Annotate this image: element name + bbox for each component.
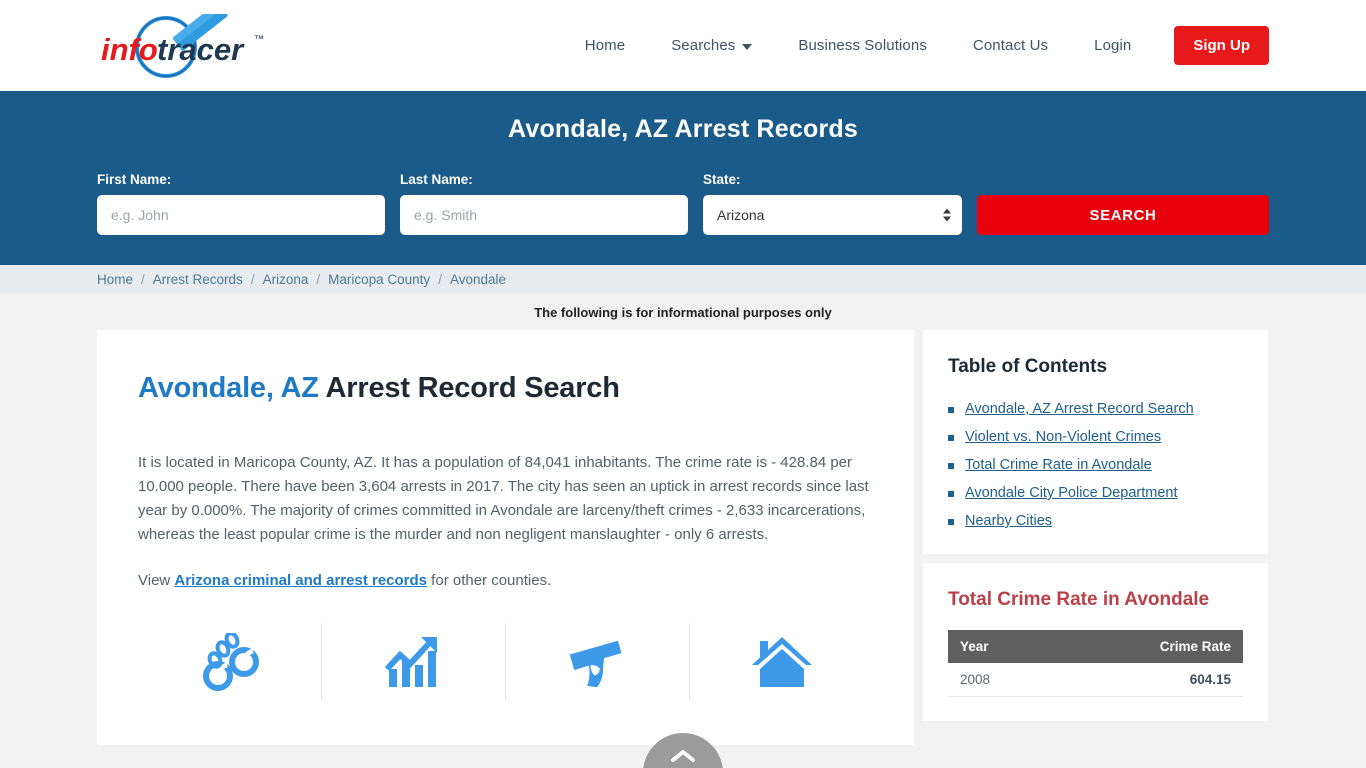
bullet-square-icon	[948, 491, 954, 497]
state-select[interactable]: Arizona	[703, 195, 962, 235]
first-name-input[interactable]	[97, 195, 385, 235]
cell-year: 2008	[948, 663, 1055, 697]
main-navigation: Home Searches Business Solutions Contact…	[562, 26, 1269, 65]
informational-disclaimer: The following is for informational purpo…	[0, 294, 1366, 330]
trend-chart-icon	[384, 636, 437, 687]
toc-item: Total Crime Rate in Avondale	[948, 457, 1243, 474]
nav-item-login[interactable]: Login	[1071, 37, 1154, 54]
crime-rate-table-body: 2008 604.15	[948, 663, 1243, 697]
column-header-crime-rate: Crime Rate	[1054, 630, 1243, 663]
toc-item: Violent vs. Non-Violent Crimes	[948, 429, 1243, 446]
breadcrumb-item-avondale[interactable]: Avondale	[450, 272, 506, 287]
nav-item-searches[interactable]: Searches	[648, 37, 775, 54]
last-name-input[interactable]	[400, 195, 688, 235]
icon-cell-trend-chart[interactable]	[322, 623, 506, 701]
table-header-row: Year Crime Rate	[948, 630, 1243, 663]
arizona-records-link[interactable]: Arizona criminal and arrest records	[174, 572, 427, 589]
search-banner: Avondale, AZ Arrest Records First Name: …	[0, 91, 1366, 265]
page-title-comma: ,	[265, 372, 281, 404]
toc-link-arrest-record-search[interactable]: Avondale, AZ Arrest Record Search	[965, 401, 1194, 418]
sidebar: Table of Contents Avondale, AZ Arrest Re…	[923, 330, 1268, 721]
breadcrumb-item-arrest-records[interactable]: Arrest Records	[153, 272, 243, 287]
last-name-label: Last Name:	[400, 172, 473, 187]
icon-cell-handcuffs[interactable]	[138, 623, 322, 701]
breadcrumb: Home / Arrest Records / Arizona / Marico…	[0, 265, 1366, 294]
svg-text:info: info	[101, 32, 158, 67]
svg-text:tracer: tracer	[157, 32, 245, 67]
state-label: State:	[703, 172, 741, 187]
content-area: Avondale, AZ Arrest Record Search It is …	[0, 330, 1366, 745]
page-title-state: AZ	[280, 372, 319, 404]
sign-up-button[interactable]: Sign Up	[1174, 26, 1269, 65]
chevron-down-icon	[742, 43, 753, 50]
total-crime-rate-card: Total Crime Rate in Avondale Year Crime …	[923, 563, 1268, 721]
state-select-wrapper: Arizona	[703, 195, 962, 235]
view-prefix: View	[138, 572, 175, 589]
main-article-card: Avondale, AZ Arrest Record Search It is …	[97, 330, 914, 745]
state-selected-value: Arizona	[717, 207, 765, 223]
toc-link-nearby-cities[interactable]: Nearby Cities	[965, 513, 1052, 530]
nav-label: Business Solutions	[798, 37, 927, 54]
nav-item-contact-us[interactable]: Contact Us	[950, 37, 1071, 54]
page-title-city: Avondale	[138, 372, 266, 404]
first-name-field-group: First Name:	[97, 172, 385, 235]
bullet-square-icon	[948, 463, 954, 469]
breadcrumb-separator: /	[141, 272, 145, 287]
crime-rate-table-head: Year Crime Rate	[948, 630, 1243, 663]
chevron-up-icon	[671, 750, 695, 762]
house-icon	[751, 637, 812, 687]
view-suffix: for other counties.	[427, 572, 552, 589]
first-name-label: First Name:	[97, 172, 172, 187]
toc-link-police-department[interactable]: Avondale City Police Department	[965, 485, 1178, 502]
site-header: info tracer ™ Home Searches Business Sol…	[0, 0, 1366, 91]
nav-label: Login	[1094, 37, 1132, 54]
column-header-year: Year	[948, 630, 1055, 663]
state-field-group: State: Arizona	[703, 172, 962, 235]
crime-rate-table: Year Crime Rate 2008 604.15	[948, 630, 1243, 697]
nav-item-home[interactable]: Home	[562, 37, 648, 54]
toc-title: Table of Contents	[948, 356, 1108, 377]
banner-title: Avondale, AZ Arrest Records	[508, 115, 858, 143]
crime-rate-title: Total Crime Rate in Avondale	[948, 589, 1210, 610]
category-icon-row	[138, 623, 873, 701]
page-root: info tracer ™ Home Searches Business Sol…	[0, 0, 1366, 768]
icon-cell-house[interactable]	[690, 623, 873, 701]
toc-link-violent-vs-nonviolent[interactable]: Violent vs. Non-Violent Crimes	[965, 429, 1161, 446]
bullet-square-icon	[948, 407, 954, 413]
nav-label: Home	[584, 37, 626, 54]
toc-item: Nearby Cities	[948, 513, 1243, 530]
breadcrumb-separator: /	[250, 272, 255, 287]
breadcrumb-item-arizona[interactable]: Arizona	[263, 272, 309, 287]
search-button[interactable]: SEARCH	[977, 195, 1269, 235]
city-summary-paragraph: It is located in Maricopa County, AZ. It…	[138, 454, 869, 543]
view-other-counties-line: View Arizona criminal and arrest records…	[138, 569, 873, 593]
toc-item: Avondale City Police Department	[948, 485, 1243, 502]
icon-cell-handgun[interactable]	[506, 623, 690, 701]
logo-graphic: info tracer ™	[101, 13, 264, 78]
infotracer-logo[interactable]: info tracer ™	[97, 13, 287, 78]
table-of-contents-card: Table of Contents Avondale, AZ Arrest Re…	[923, 330, 1268, 554]
search-form: First Name: Last Name: State: Arizona	[97, 172, 1269, 235]
page-title-rest: Arrest Record Search	[318, 372, 620, 404]
breadcrumb-separator: /	[316, 272, 321, 287]
bullet-square-icon	[948, 519, 954, 525]
cell-crime-rate: 604.15	[1054, 663, 1243, 697]
nav-label: Searches	[671, 37, 736, 54]
breadcrumb-separator: /	[438, 272, 442, 287]
toc-link-total-crime-rate[interactable]: Total Crime Rate in Avondale	[965, 457, 1152, 474]
last-name-field-group: Last Name:	[400, 172, 688, 235]
table-row: 2008 604.15	[948, 663, 1243, 697]
nav-label: Contact Us	[972, 37, 1049, 54]
toc-item: Avondale, AZ Arrest Record Search	[948, 401, 1243, 418]
handgun-icon	[569, 640, 621, 688]
toc-list: Avondale, AZ Arrest Record Search Violen…	[948, 401, 1243, 530]
bullet-square-icon	[948, 435, 954, 441]
svg-text:™: ™	[254, 34, 264, 45]
nav-item-business-solutions[interactable]: Business Solutions	[775, 37, 950, 54]
breadcrumb-item-maricopa-county[interactable]: Maricopa County	[328, 272, 430, 287]
breadcrumb-item-home[interactable]: Home	[97, 272, 133, 287]
handcuffs-icon	[202, 633, 259, 691]
page-title: Avondale, AZ Arrest Record Search	[138, 372, 873, 405]
